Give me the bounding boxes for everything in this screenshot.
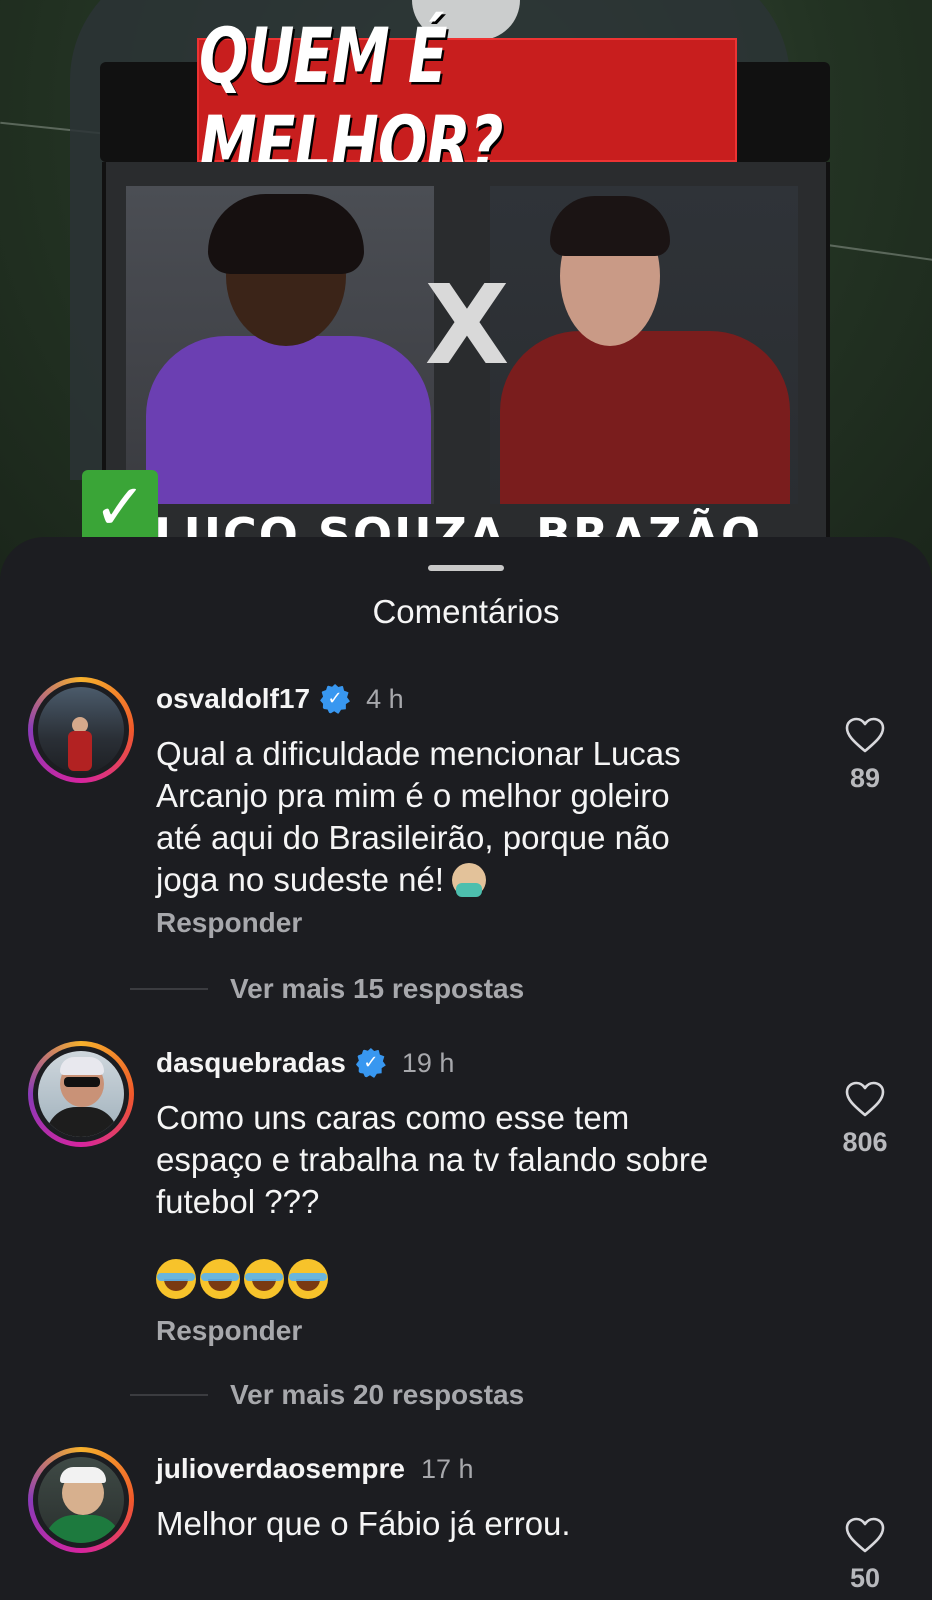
view-more-replies[interactable]: Ver mais 15 respostas [130,973,524,1005]
like-count: 89 [849,763,881,793]
heart-outline-icon[interactable] [845,1081,885,1117]
player-left-photo [126,186,434,504]
comment-time: 4 h [366,683,404,714]
like-count: 50 [849,1563,881,1593]
comment-time: 17 h [420,1453,474,1484]
comment-text: Qual a dificuldade mencionar Lucas Arcan… [156,733,796,901]
like-control[interactable]: 806 [820,1081,910,1158]
post-image: QUEM É MELHOR? X ✓ LUCO SOUZA BRAZÃO [0,0,932,600]
like-control[interactable]: 89 [820,717,910,794]
comment-header: julioverdaosempre 17 h [156,1453,474,1485]
comment-username[interactable]: julioverdaosempre [156,1453,405,1485]
avatar[interactable] [28,1447,134,1553]
comment-text-body: Qual a dificuldade mencionar Lucas Arcan… [156,735,681,898]
reply-button[interactable]: Responder [156,907,302,939]
comment-username[interactable]: osvaldolf17 [156,683,310,715]
heart-outline-icon[interactable] [845,1517,885,1553]
view-more-replies[interactable]: Ver mais 20 respostas [130,1379,524,1411]
post-title-banner: QUEM É MELHOR? [197,12,737,188]
verified-badge-icon: ✓ [355,1048,386,1078]
avatar-image [38,1051,124,1137]
comment-text: Como uns caras como esse tem espaço e tr… [156,1099,709,1220]
player-hair [550,196,670,256]
facepalm-emoji [452,863,487,897]
verified-badge-icon: ✓ [320,684,351,714]
comment-text: Melhor que o Fábio já errou. [156,1505,571,1542]
divider-line [130,988,208,990]
sheet-drag-handle[interactable] [428,565,504,571]
like-count: 806 [842,1127,888,1157]
heart-outline-icon[interactable] [845,717,885,753]
view-more-replies-label[interactable]: Ver mais 20 respostas [230,1379,524,1411]
sheet-title: Comentários [372,593,560,630]
comment-time: 19 h [401,1047,455,1078]
comment-header: dasquebradas ✓ 19 h [156,1047,454,1079]
laughing-emoji [200,1259,240,1299]
laughing-emoji [156,1259,196,1299]
view-more-replies-label[interactable]: Ver mais 15 respostas [230,973,524,1005]
avatar[interactable] [28,677,134,783]
comment-header: osvaldolf17 ✓ 4 h [156,683,404,715]
divider-line [130,1394,208,1396]
player-hair [208,194,364,274]
laughing-emoji-row [156,1259,328,1299]
comments-sheet: Comentários osvaldolf17 ✓ 4 h Qual a dif… [0,537,932,1600]
avatar-image [38,1457,124,1543]
check-icon: ✓ [82,470,158,546]
avatar[interactable] [28,1041,134,1147]
player-shirt [500,331,790,504]
versus-label: X [424,261,510,389]
laughing-emoji [288,1259,328,1299]
player-right-photo [490,186,798,504]
avatar-image [38,687,124,773]
like-control[interactable]: 50 [820,1517,910,1594]
laughing-emoji [244,1259,284,1299]
comment-username[interactable]: dasquebradas [156,1047,346,1079]
reply-button[interactable]: Responder [156,1315,302,1347]
player-shirt [146,336,431,504]
